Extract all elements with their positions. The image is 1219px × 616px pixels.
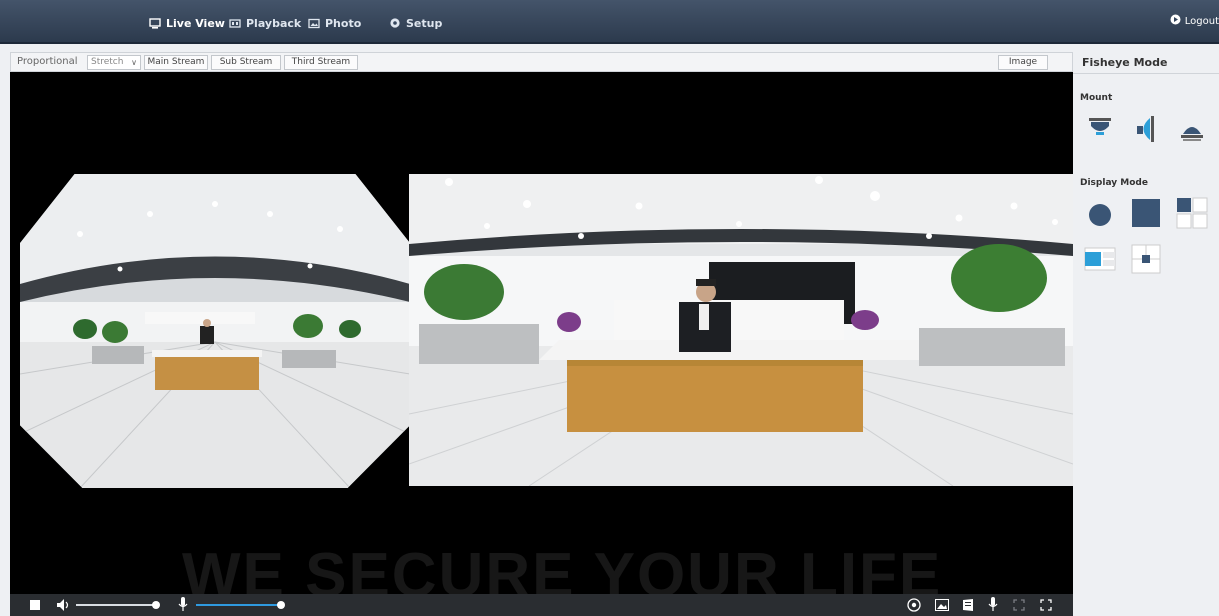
panorama-view — [409, 174, 1073, 486]
gear-icon — [389, 17, 401, 29]
sub-stream-button[interactable]: Sub Stream — [211, 55, 281, 70]
scale-mode-select[interactable]: Stretch ∨ — [87, 55, 141, 70]
image-icon — [308, 18, 320, 29]
nav-playback[interactable]: Playback — [229, 14, 301, 32]
panel-header: Fisheye Mode — [1073, 52, 1219, 74]
zoom-icon[interactable] — [1013, 599, 1025, 614]
nav-label: Live View — [166, 16, 225, 30]
top-navigation-bar: Live View Playback Photo Setup Logout — [0, 0, 1219, 44]
microphone-icon[interactable] — [178, 597, 188, 615]
panorama-icon[interactable] — [1129, 196, 1163, 230]
video-watermark: WE SECURE YOUR LIFE — [182, 541, 943, 594]
ptz-icon[interactable] — [907, 598, 921, 615]
chevron-down-icon: ∨ — [131, 58, 137, 67]
record-icon[interactable] — [962, 598, 974, 615]
display-mode-label: Display Mode — [1080, 178, 1148, 188]
mount-label: Mount — [1080, 93, 1113, 103]
nav-live-view[interactable]: Live View — [149, 14, 225, 32]
logout-button[interactable]: Logout — [1170, 14, 1219, 28]
power-icon — [1170, 14, 1181, 28]
stream-toolbar: Proportional Stretch ∨ Main Stream Sub S… — [10, 52, 1073, 72]
microphone-slider-knob[interactable] — [277, 601, 285, 609]
snapshot-icon[interactable] — [935, 599, 949, 614]
nav-label: Setup — [406, 16, 443, 30]
desktop-mount-icon[interactable] — [1175, 112, 1209, 146]
microphone-volume-slider[interactable] — [196, 601, 285, 609]
nav-setup[interactable]: Setup — [389, 14, 442, 32]
fisheye-panorama-icon[interactable] — [1083, 242, 1117, 276]
quad-split-icon[interactable] — [1175, 196, 1209, 230]
fisheye-original-view — [20, 174, 410, 488]
volume-slider-knob[interactable] — [152, 601, 160, 609]
live-video-view[interactable]: WE SECURE YOUR LIFE — [10, 72, 1073, 594]
fisheye-original-icon[interactable] — [1083, 198, 1117, 232]
monitor-icon — [149, 17, 161, 29]
third-stream-button[interactable]: Third Stream — [284, 55, 358, 70]
stop-icon[interactable] — [30, 600, 40, 613]
fisheye-three-ptz-icon[interactable] — [1129, 242, 1163, 276]
volume-slider[interactable] — [76, 601, 160, 609]
image-button[interactable]: Image — [998, 55, 1048, 70]
panel-title: Fisheye Mode — [1082, 56, 1168, 69]
film-icon — [229, 18, 241, 29]
speaker-icon[interactable] — [56, 598, 70, 615]
wall-mount-icon[interactable] — [1129, 112, 1163, 146]
video-control-bar — [10, 594, 1073, 616]
nav-label: Playback — [246, 16, 302, 30]
microphone-talk-icon[interactable] — [988, 597, 998, 615]
scale-mode-value: Stretch — [91, 57, 124, 67]
logout-label: Logout — [1184, 15, 1219, 27]
fisheye-settings-panel: Fisheye Mode Mount Display Mode — [1073, 46, 1219, 616]
nav-photo[interactable]: Photo — [308, 14, 361, 32]
nav-label: Photo — [325, 16, 362, 30]
fullscreen-icon[interactable] — [1040, 599, 1052, 614]
main-stream-button[interactable]: Main Stream — [144, 55, 208, 70]
ceiling-mount-icon[interactable] — [1083, 112, 1117, 146]
proportional-label: Proportional — [17, 56, 78, 67]
